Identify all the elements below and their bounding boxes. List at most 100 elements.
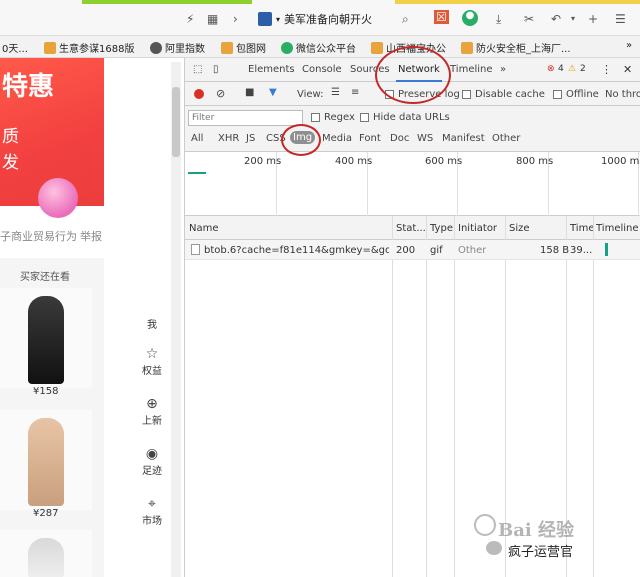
search-icon[interactable]: ⌕ bbox=[402, 12, 409, 27]
kebab-menu-icon[interactable]: ⋮ bbox=[601, 63, 612, 76]
bookmark-item[interactable]: 0天... bbox=[2, 40, 28, 55]
wechat-icon[interactable]: ● bbox=[462, 10, 478, 26]
account-icon bbox=[486, 541, 502, 555]
bookmark-item[interactable]: 生意参谋1688版 bbox=[44, 40, 134, 55]
filter-input[interactable] bbox=[188, 110, 303, 126]
folder-icon bbox=[44, 41, 56, 54]
checkbox-box[interactable] bbox=[360, 113, 369, 122]
checkbox-box[interactable] bbox=[462, 90, 471, 99]
type-filter-manifest[interactable]: Manifest bbox=[442, 133, 485, 144]
tab-timeline[interactable]: Timeline bbox=[450, 64, 493, 75]
warning-count[interactable]: 2 bbox=[580, 64, 586, 74]
column-timeline[interactable]: Timeline – bbox=[596, 223, 640, 234]
page-sidebar: 我 ☆ 权益 ⊕ 上新 ◉ 足迹 ⌖ 市场 bbox=[134, 58, 170, 577]
column-initiator[interactable]: Initiator bbox=[458, 223, 497, 234]
close-icon[interactable]: ✕ bbox=[623, 63, 632, 76]
bookmark-item[interactable]: 山西福宝办公 bbox=[371, 40, 446, 55]
preserve-log-checkbox[interactable]: Preserve log bbox=[385, 89, 460, 100]
waterfall-view-icon[interactable]: ≡ bbox=[351, 87, 359, 98]
tick-label: 600 ms bbox=[425, 156, 463, 167]
product-card[interactable] bbox=[0, 530, 92, 577]
tick-label: 400 ms bbox=[335, 156, 373, 167]
location-icon: ⌖ bbox=[148, 496, 156, 512]
table-row[interactable]: btob.6?cache=f81e114&gmkey=&goke... 200 … bbox=[185, 240, 640, 260]
bookmark-item[interactable]: 阿里指数 bbox=[150, 40, 205, 55]
new-tab-icon[interactable]: + bbox=[588, 12, 598, 26]
type-filter-ws[interactable]: WS bbox=[417, 133, 433, 144]
column-time[interactable]: Time bbox=[570, 223, 594, 234]
throttle-select[interactable]: No throt bbox=[605, 89, 640, 100]
chevron-right-icon[interactable]: › bbox=[233, 12, 238, 26]
eye-icon: ◉ bbox=[145, 446, 159, 462]
promo-banner[interactable]: 特惠 质 发 bbox=[0, 58, 104, 218]
filter-icon[interactable]: ▼ bbox=[269, 87, 277, 98]
report-link[interactable]: 举报 bbox=[80, 228, 102, 244]
tab-network[interactable]: Network bbox=[396, 64, 442, 82]
inspect-icon[interactable]: ⬚ bbox=[193, 64, 202, 75]
device-icon[interactable]: ▯ bbox=[213, 64, 219, 75]
offline-label: Offline bbox=[566, 89, 599, 100]
more-tabs-icon[interactable]: » bbox=[500, 64, 506, 75]
menu-icon[interactable]: ☰ bbox=[615, 12, 626, 26]
recs-title: 买家还在看 bbox=[20, 272, 70, 283]
bookmark-item[interactable]: 包图网 bbox=[221, 40, 266, 55]
clear-icon[interactable]: ⊘ bbox=[216, 87, 225, 100]
checkbox-box[interactable] bbox=[311, 113, 320, 122]
folder-icon bbox=[461, 41, 473, 54]
column-type[interactable]: Type bbox=[430, 223, 453, 234]
sidebar-item-label: 我 bbox=[147, 320, 157, 331]
devtools-panel: ⬚ ▯ Elements Console Sources Network Tim… bbox=[184, 58, 640, 577]
product-image bbox=[28, 538, 64, 577]
bookmark-item[interactable]: 微信公众平台 bbox=[281, 40, 356, 55]
type-filter-xhr[interactable]: XHR bbox=[218, 133, 239, 144]
sidebar-item-me[interactable]: 我 bbox=[134, 316, 170, 331]
address-tab[interactable]: ▾ 美军准备向朝开火 bbox=[258, 9, 372, 29]
product-card[interactable] bbox=[0, 410, 92, 510]
bookmarks-more-icon[interactable]: » bbox=[626, 40, 632, 51]
list-view-icon[interactable]: ☰ bbox=[331, 87, 340, 98]
sidebar-item-new[interactable]: ⊕ 上新 bbox=[134, 396, 170, 427]
undo-dropdown-icon[interactable]: ▾ bbox=[571, 14, 575, 23]
tab-sources[interactable]: Sources bbox=[350, 64, 390, 75]
type-filter-js[interactable]: JS bbox=[246, 133, 255, 144]
sidebar-item-footprint[interactable]: ◉ 足迹 bbox=[134, 446, 170, 477]
undo-icon[interactable]: ↶ bbox=[551, 12, 561, 26]
type-filter-css[interactable]: CSS bbox=[266, 133, 286, 144]
app-icon[interactable]: ☒ bbox=[434, 10, 449, 24]
type-filter-all[interactable]: All bbox=[191, 133, 203, 144]
type-filter-other[interactable]: Other bbox=[492, 133, 520, 144]
sidebar-item-benefits[interactable]: ☆ 权益 bbox=[134, 346, 170, 377]
scrollbar-thumb[interactable] bbox=[172, 87, 180, 157]
scissors-icon[interactable]: ✂ bbox=[524, 12, 534, 26]
type-filter-img[interactable]: Img bbox=[290, 131, 316, 144]
request-name[interactable]: btob.6?cache=f81e114&gmkey=&goke... bbox=[204, 245, 389, 256]
checkbox-box[interactable] bbox=[385, 90, 394, 99]
bookmark-item[interactable]: 防火安全柜_上海厂... bbox=[461, 40, 571, 55]
product-card[interactable] bbox=[0, 288, 92, 388]
error-count[interactable]: 4 bbox=[558, 64, 564, 74]
preserve-log-label: Preserve log bbox=[398, 89, 460, 100]
hide-data-urls-checkbox[interactable]: Hide data URLs bbox=[360, 112, 450, 123]
lightning-icon[interactable]: ⚡ bbox=[186, 12, 194, 26]
download-icon[interactable]: ⤓ bbox=[496, 12, 501, 27]
record-icon[interactable] bbox=[194, 89, 204, 99]
type-filter-font[interactable]: Font bbox=[359, 133, 381, 144]
banner-headline: 特惠 bbox=[2, 72, 55, 102]
tab-elements[interactable]: Elements bbox=[248, 64, 295, 75]
regex-label: Regex bbox=[324, 112, 355, 123]
disable-cache-checkbox[interactable]: Disable cache bbox=[462, 89, 545, 100]
grid-icon[interactable]: ▦ bbox=[207, 12, 218, 26]
type-filter-doc[interactable]: Doc bbox=[390, 133, 409, 144]
column-status[interactable]: Stat... bbox=[396, 223, 426, 234]
type-filter-media[interactable]: Media bbox=[322, 133, 352, 144]
checkbox-box[interactable] bbox=[553, 90, 562, 99]
regex-checkbox[interactable]: Regex bbox=[311, 112, 355, 123]
camera-icon[interactable]: ■ bbox=[245, 87, 254, 98]
offline-checkbox[interactable]: Offline bbox=[553, 89, 599, 100]
network-overview[interactable]: 200 ms 400 ms 600 ms 800 ms 1000 ms bbox=[185, 152, 640, 216]
column-name[interactable]: Name bbox=[189, 223, 219, 234]
page-scrollbar[interactable] bbox=[171, 62, 181, 577]
column-size[interactable]: Size bbox=[509, 223, 530, 234]
sidebar-item-market[interactable]: ⌖ 市场 bbox=[134, 496, 170, 527]
tab-console[interactable]: Console bbox=[302, 64, 342, 75]
